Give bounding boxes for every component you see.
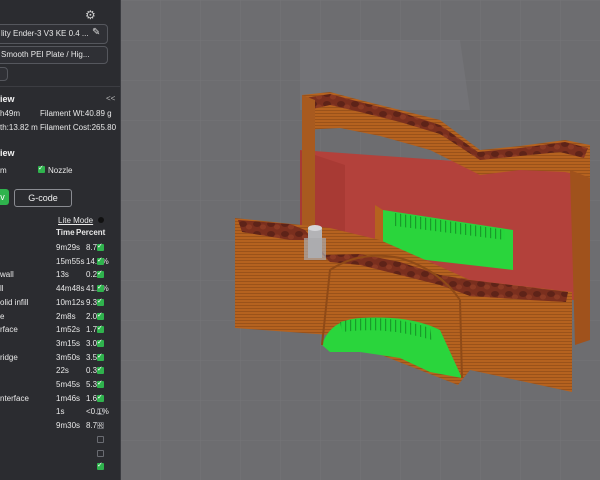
feature-visibility-checkbox[interactable] [97,352,104,362]
feature-visibility-checkbox[interactable] [97,311,104,321]
percent-column-header: Percent [76,228,106,237]
table-row: ll44m48s41.0% [0,283,120,296]
table-row: 22s 0.3% [0,365,120,378]
feature-time: 44m48s [56,284,85,294]
feature-time: 9m30s [56,421,81,431]
table-row [0,461,120,474]
settings-gear-icon[interactable]: ⚙ [85,8,96,22]
feature-name: e [0,311,5,321]
plate-selector[interactable]: Smooth PEI Plate / Hig... [0,46,108,64]
table-row: 3m15s 3.0% [0,338,120,351]
preview-section-title: iew [0,94,15,104]
table-row [0,449,120,461]
table-row: rface 1m52s 1.7% [0,324,120,337]
feature-visibility-checkbox[interactable] [97,269,104,279]
print-time: h49m [0,109,21,118]
table-row: e 2m8s 2.0% [0,311,120,324]
feature-time: 1m46s [56,393,81,403]
divider [0,86,120,87]
slicer-sidebar: ⚙ lity Ender-3 V3 KE 0.4 ... ✎ Smooth PE… [0,0,121,480]
table-row: 9m30s 8.7% [0,421,120,433]
plate-name: Smooth PEI Plate / Hig... [1,50,90,59]
feature-visibility-checkbox[interactable] [97,242,104,252]
feature-time: 1m52s [56,325,81,335]
feature-time: 1s [56,407,65,417]
printer-selector[interactable]: lity Ender-3 V3 KE 0.4 ... ✎ [0,24,108,44]
table-row: nterface 1m46s 1.6% [0,393,120,406]
table-row: 15m55s14.6% [0,256,120,269]
feature-time: 15m55s [56,256,85,266]
feature-visibility-checkbox[interactable] [97,256,104,266]
feature-name: nterface [0,393,29,403]
printer-name: lity Ender-3 V3 KE 0.4 ... [1,29,89,38]
table-row [0,435,120,447]
edit-printer-icon[interactable]: ✎ [92,27,100,38]
feature-time: 10m12s [56,297,85,307]
small-tab-stub[interactable] [0,67,8,81]
feature-visibility-checkbox[interactable] [97,422,104,430]
feature-name: ridge [0,352,18,362]
gcode-button[interactable]: G-code [14,189,72,207]
feature-visibility-checkbox[interactable] [97,449,104,457]
feature-visibility-checkbox[interactable] [97,379,104,389]
lite-mode-toggle[interactable] [98,217,104,223]
feature-time: 9m29s [56,243,81,252]
feature-time: 3m50s [56,352,81,362]
collapse-icon[interactable]: << [106,94,115,103]
feature-visibility-checkbox[interactable] [97,297,104,307]
table-row: 5m45s 5.3% [0,379,120,392]
feature-time: 22s [56,366,69,376]
table-row: olid infill 10m12s 9.3% [0,297,120,310]
feature-time: 5m45s [56,380,81,389]
time-column-header: Time [56,228,75,237]
table-row: ridge 3m50s 3.5% [0,352,120,365]
feature-time: 3m15s [56,338,81,348]
lite-mode-label: Lite Mode [58,216,94,225]
table-header: Time Percent [0,227,120,239]
feature-visibility-checkbox[interactable] [97,365,104,375]
filament-length: th:13.82 m [0,123,38,132]
feature-time: 13s [56,270,69,280]
feature-visibility-checkbox[interactable] [97,435,104,443]
table-row: wall 13s 0.2% [0,269,120,282]
feature-visibility-checkbox[interactable] [97,408,104,416]
view-mode-label: v [0,192,5,202]
feature-name: wall [0,270,14,280]
feature-visibility-checkbox[interactable] [97,393,104,403]
feature-visibility-checkbox[interactable] [97,324,104,334]
feature-time: 2m8s [56,311,76,321]
feature-name: ll [0,284,4,294]
gcode-label: G-code [28,193,58,203]
nozzle-checkbox[interactable] [38,164,45,174]
feature-name: rface [0,325,18,335]
view-mode-button[interactable]: v [0,189,9,205]
feature-visibility-checkbox[interactable] [97,338,104,348]
nozzle-label: Nozzle [48,166,73,175]
filament-weight: Filament Wt:40.89 g [40,109,112,118]
view-section-title: iew [0,148,15,158]
table-row: 9m29s 8.7% [0,242,120,255]
view-option-m: m [0,166,7,175]
feature-visibility-checkbox[interactable] [97,283,104,293]
feature-name: olid infill [0,297,29,307]
table-row: 1s <0.1% [0,407,120,419]
feature-visibility-checkbox[interactable] [97,461,104,471]
filament-cost: Filament Cost:265.80 [40,123,117,132]
